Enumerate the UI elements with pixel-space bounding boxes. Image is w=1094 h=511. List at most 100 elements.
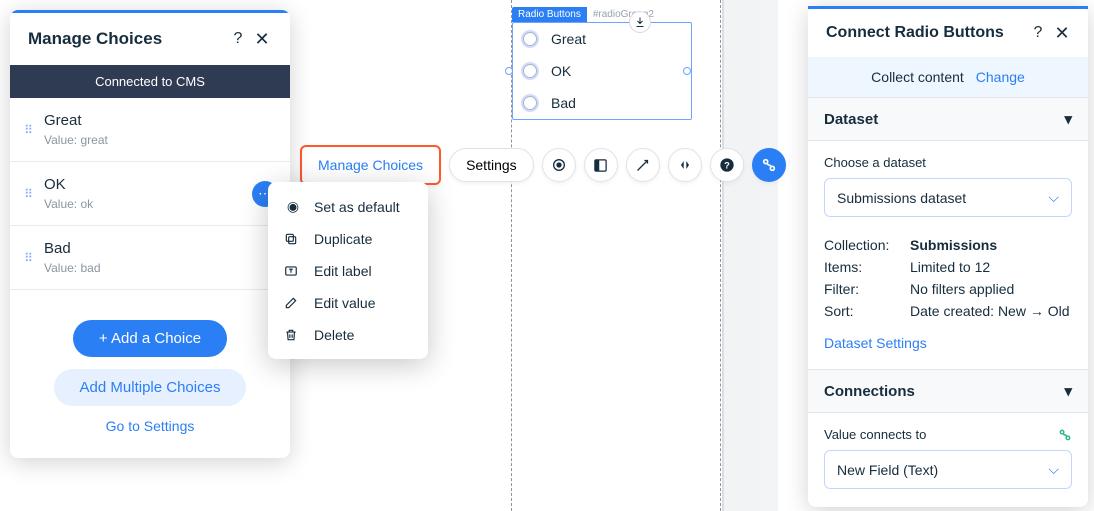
choice-value: Value: bad [44, 261, 278, 275]
sort-row: Sort: Date created: New → Old [824, 303, 1072, 319]
radio-circle-icon [523, 32, 537, 46]
panel-footer: + Add a Choice Add Multiple Choices Go t… [10, 290, 290, 458]
help-icon[interactable]: ? [710, 148, 744, 182]
svg-text:?: ? [724, 160, 730, 170]
ctx-set-default[interactable]: ◉ Set as default [268, 190, 428, 223]
kv-value: Date created: New → Old [910, 303, 1070, 319]
context-menu: ◉ Set as default Duplicate Edit label Ed… [268, 182, 428, 359]
field-select[interactable]: New Field (Text) ⌵ [824, 450, 1072, 489]
items-row: Items: Limited to 12 [824, 259, 1072, 275]
dataset-select-value: Submissions dataset [837, 190, 966, 206]
manage-choices-panel: Manage Choices ? ✕ Connected to CMS ⠿ Gr… [10, 10, 290, 458]
add-choice-button[interactable]: + Add a Choice [73, 320, 227, 357]
choice-row[interactable]: ⠿ OK Value: ok ⋯ [10, 162, 290, 226]
panel-title: Connect Radio Buttons [826, 24, 1026, 42]
ctx-duplicate[interactable]: Duplicate [268, 223, 428, 255]
help-icon[interactable]: ? [226, 27, 250, 51]
cms-status-bar: Connected to CMS [10, 65, 290, 98]
kv-key: Filter: [824, 281, 902, 297]
go-to-settings-link[interactable]: Go to Settings [106, 418, 195, 434]
ctx-edit-label[interactable]: Edit label [268, 255, 428, 287]
radio-option-label: Great [551, 31, 586, 47]
trash-icon [284, 328, 302, 342]
ctx-label: Duplicate [314, 231, 372, 247]
canvas-grey-zone [722, 0, 778, 511]
chevron-down-icon: ⌵ [1048, 189, 1059, 206]
radio-selected-icon: ◉ [284, 198, 302, 215]
ctx-label: Delete [314, 327, 354, 343]
collection-row: Collection: Submissions [824, 237, 1072, 253]
collect-content-bar: Collect content Change [808, 57, 1088, 97]
value-connects-label: Value connects to [824, 427, 926, 442]
drag-handle-icon[interactable]: ⠿ [20, 251, 36, 265]
section-title: Connections [824, 383, 915, 400]
text-icon [284, 264, 302, 278]
duplicate-icon [284, 232, 302, 246]
add-multiple-choices-button[interactable]: Add Multiple Choices [54, 369, 247, 406]
floating-toolbar: Manage Choices Settings ? [300, 145, 786, 185]
panel-header: Manage Choices ? ✕ [10, 13, 290, 65]
choices-list: ⠿ Great Value: great ⠿ OK Value: ok ⋯ ⠿ … [10, 98, 290, 290]
dataset-section-body: Choose a dataset Submissions dataset ⌵ C… [808, 141, 1088, 369]
resize-handle-west[interactable] [505, 67, 513, 75]
ctx-delete[interactable]: Delete [268, 319, 428, 351]
section-title: Dataset [824, 111, 878, 128]
radio-option-row[interactable]: Bad [513, 87, 691, 119]
choice-value: Value: ok [44, 197, 252, 211]
manage-choices-button[interactable]: Manage Choices [300, 145, 441, 185]
ctx-label: Set as default [314, 199, 400, 215]
download-icon[interactable] [629, 11, 651, 33]
kv-key: Collection: [824, 237, 902, 253]
choice-label: Bad [44, 240, 278, 257]
connect-data-icon[interactable] [752, 148, 786, 182]
radio-circle-icon [523, 96, 537, 110]
drag-handle-icon[interactable]: ⠿ [20, 123, 36, 137]
connections-section-body: Value connects to New Field (Text) ⌵ [808, 413, 1088, 507]
layout-icon[interactable] [584, 148, 618, 182]
kv-value: Limited to 12 [910, 259, 990, 275]
kv-value: No filters applied [910, 281, 1014, 297]
change-link[interactable]: Change [976, 69, 1025, 85]
field-select-value: New Field (Text) [837, 462, 938, 478]
ctx-label: Edit label [314, 263, 372, 279]
stretch-icon[interactable] [668, 148, 702, 182]
close-icon[interactable]: ✕ [1050, 21, 1074, 45]
choice-label: OK [44, 176, 252, 193]
design-icon[interactable] [542, 148, 576, 182]
choose-dataset-label: Choose a dataset [824, 155, 1072, 170]
kv-key: Items: [824, 259, 902, 275]
collect-label: Collect content [871, 69, 964, 85]
choice-row[interactable]: ⠿ Bad Value: bad [10, 226, 290, 290]
radio-option-row[interactable]: OK [513, 55, 691, 87]
dataset-select[interactable]: Submissions dataset ⌵ [824, 178, 1072, 217]
chevron-down-icon: ▾ [1064, 382, 1072, 400]
choice-label: Great [44, 112, 278, 129]
radio-option-label: OK [551, 63, 571, 79]
ctx-label: Edit value [314, 295, 375, 311]
guide-line-right [720, 0, 721, 511]
dataset-section-header[interactable]: Dataset ▾ [808, 97, 1088, 141]
choice-row[interactable]: ⠿ Great Value: great [10, 98, 290, 162]
radio-option-row[interactable]: Great [513, 23, 691, 55]
filter-row: Filter: No filters applied [824, 281, 1072, 297]
choice-value: Value: great [44, 133, 278, 147]
kv-key: Sort: [824, 303, 902, 319]
connection-icon [1058, 428, 1072, 442]
settings-button[interactable]: Settings [449, 148, 534, 182]
resize-handle-east[interactable] [683, 67, 691, 75]
animation-icon[interactable] [626, 148, 660, 182]
radio-circle-icon [523, 64, 537, 78]
close-icon[interactable]: ✕ [250, 27, 274, 51]
drag-handle-icon[interactable]: ⠿ [20, 187, 36, 201]
radio-buttons-widget[interactable]: Radio Buttons #radioGroup2 Great OK Bad [512, 22, 692, 120]
panel-header: Connect Radio Buttons ? ✕ [808, 9, 1088, 57]
ctx-edit-value[interactable]: Edit value [268, 287, 428, 319]
kv-value: Submissions [910, 237, 997, 253]
chevron-down-icon: ⌵ [1048, 461, 1059, 478]
widget-type-tag: Radio Buttons [512, 7, 587, 22]
panel-title: Manage Choices [28, 29, 226, 49]
chevron-down-icon: ▾ [1064, 110, 1072, 128]
connections-section-header[interactable]: Connections ▾ [808, 369, 1088, 413]
help-icon[interactable]: ? [1026, 21, 1050, 45]
dataset-settings-link[interactable]: Dataset Settings [824, 335, 927, 351]
